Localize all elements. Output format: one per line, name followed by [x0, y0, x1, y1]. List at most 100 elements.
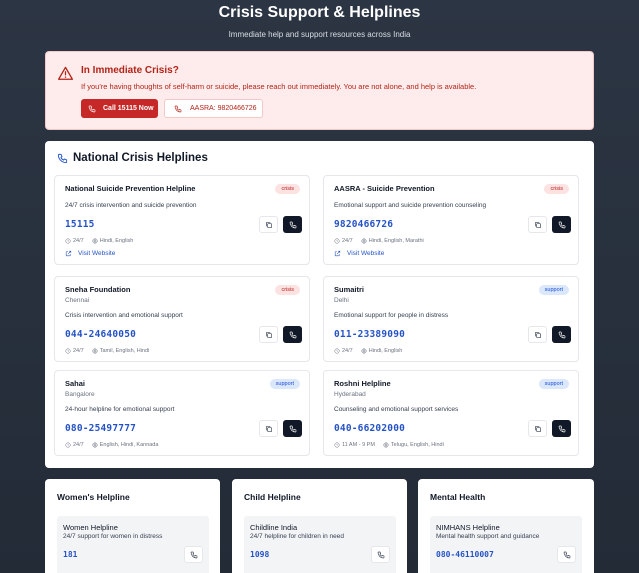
copy-number-button[interactable] [259, 326, 278, 343]
helpline-meta: 24/7 Hindi, English, Marathi [334, 238, 424, 244]
globe-icon [92, 442, 98, 448]
helpline-languages: Hindi, English [99, 238, 134, 244]
category-helpline-item: NIMHANS Helpline Mental health support a… [430, 516, 582, 573]
helpline-hours: 24/7 [73, 348, 84, 354]
call-helpline-button[interactable] [552, 216, 571, 233]
helpline-card: Sneha Foundation Chennai crisis Crisis i… [54, 276, 310, 362]
helpline-city: Chennai [65, 297, 90, 304]
helpline-meta: 24/7 English, Hindi, Kannada [65, 442, 158, 448]
helpline-card: Roshni Helpline Hyderabad support Counse… [323, 370, 579, 456]
globe-icon [92, 238, 98, 244]
helpline-languages: Hindi, English [368, 348, 403, 354]
helpline-number[interactable]: 011-23389090 [334, 329, 405, 340]
phone-icon [289, 331, 297, 339]
call-helpline-button[interactable] [552, 420, 571, 437]
helpline-meta: 24/7 Tamil, English, Hindi [65, 348, 149, 354]
helpline-number[interactable]: 181 [63, 550, 77, 559]
call-helpline-button[interactable] [552, 326, 571, 343]
clock-icon [65, 348, 71, 354]
helpline-number[interactable]: 044-24640050 [65, 329, 136, 340]
call-helpline-button[interactable] [184, 546, 203, 563]
helpline-card: Sumaitri Delhi support Emotional support… [323, 276, 579, 362]
clock-icon [334, 442, 340, 448]
helpline-hours: 24/7 [342, 348, 353, 354]
globe-icon [383, 442, 389, 448]
helpline-number[interactable]: 080-25497777 [65, 423, 136, 434]
helpline-description: 24/7 helpline for children in need [250, 533, 344, 540]
call-helpline-button[interactable] [283, 420, 302, 437]
copy-number-button[interactable] [528, 216, 547, 233]
copy-number-button[interactable] [528, 420, 547, 437]
helpline-name: Sahai [65, 379, 86, 388]
mental-health-section: Mental Health NIMHANS Helpline Mental he… [418, 479, 594, 573]
helpline-name: Sneha Foundation [65, 285, 131, 294]
call-helpline-button[interactable] [283, 326, 302, 343]
helpline-card: Sahai Bangalore support 24-hour helpline… [54, 370, 310, 456]
helpline-name: Childline India [250, 523, 298, 532]
visit-website-link[interactable]: Visit Website [65, 250, 115, 257]
category-badge: support [538, 379, 569, 389]
helpline-name: Roshni Helpline [334, 379, 391, 388]
copy-icon [534, 221, 542, 229]
category-badge: support [269, 379, 300, 389]
copy-number-button[interactable] [259, 216, 278, 233]
copy-icon [534, 425, 542, 433]
phone-icon [88, 105, 96, 113]
helpline-number[interactable]: 1098 [250, 550, 269, 559]
helpline-languages: English, Hindi, Kannada [99, 442, 159, 448]
helpline-name: National Suicide Prevention Helpline [65, 184, 196, 193]
helpline-city: Delhi [334, 297, 349, 304]
helpline-card: National Suicide Prevention Helpline cri… [54, 175, 310, 265]
call-helpline-button[interactable] [283, 216, 302, 233]
category-badge: support [538, 285, 569, 295]
category-badge: crisis [544, 184, 569, 194]
copy-number-button[interactable] [259, 420, 278, 437]
section-title: National Crisis Helplines [73, 152, 208, 164]
category-badge: crisis [275, 184, 300, 194]
helpline-meta: 24/7 Hindi, English [334, 348, 402, 354]
category-helpline-item: Women Helpline 24/7 support for women in… [57, 516, 209, 573]
call-helpline-button[interactable] [557, 546, 576, 563]
visit-website-label: Visit Website [347, 250, 385, 257]
helpline-description: Crisis intervention and emotional suppor… [65, 312, 183, 319]
external-link-icon [65, 250, 72, 257]
visit-website-link[interactable]: Visit Website [334, 250, 384, 257]
globe-icon [361, 238, 367, 244]
phone-icon [558, 221, 566, 229]
helpline-card: AASRA - Suicide Prevention crisis Emotio… [323, 175, 579, 265]
category-title: Child Helpline [244, 492, 301, 502]
helpline-hours: 11 AM - 9 PM [342, 442, 375, 448]
helpline-name: AASRA - Suicide Prevention [334, 184, 435, 193]
aasra-button-label: AASRA: 9820466726 [190, 105, 257, 112]
clock-icon [334, 348, 340, 354]
clock-icon [65, 238, 71, 244]
phone-icon [558, 425, 566, 433]
copy-icon [265, 425, 273, 433]
phone-icon [558, 331, 566, 339]
national-helplines-section: National Crisis Helplines National Suici… [45, 141, 594, 468]
helpline-hours: 24/7 [342, 238, 353, 244]
call-15115-button[interactable]: Call 15115 Now [81, 99, 158, 118]
helpline-number[interactable]: 15115 [65, 219, 95, 230]
visit-website-label: Visit Website [78, 250, 116, 257]
helpline-number[interactable]: 040-66202000 [334, 423, 405, 434]
copy-icon [534, 331, 542, 339]
helpline-description: Emotional support and suicide prevention… [334, 202, 487, 209]
page-header: Crisis Support & Helplines Immediate hel… [0, 4, 639, 39]
phone-icon [289, 221, 297, 229]
helpline-name: NIMHANS Helpline [436, 523, 500, 532]
category-title: Mental Health [430, 492, 486, 502]
helpline-number[interactable]: 9820466726 [334, 219, 393, 230]
phone-icon [190, 551, 198, 559]
helpline-name: Women Helpline [63, 523, 118, 532]
category-helpline-item: Childline India 24/7 helpline for childr… [244, 516, 396, 573]
helpline-number[interactable]: 080-46110007 [436, 550, 494, 559]
helpline-description: 24/7 support for women in distress [63, 533, 163, 540]
globe-icon [361, 348, 367, 354]
category-title: Women's Helpline [57, 492, 130, 502]
helpline-meta: 11 AM - 9 PM Telugu, English, Hindi [334, 442, 444, 448]
call-helpline-button[interactable] [371, 546, 390, 563]
copy-number-button[interactable] [528, 326, 547, 343]
call-aasra-button[interactable]: AASRA: 9820466726 [164, 99, 263, 118]
helpline-description: 24/7 crisis intervention and suicide pre… [65, 202, 197, 209]
